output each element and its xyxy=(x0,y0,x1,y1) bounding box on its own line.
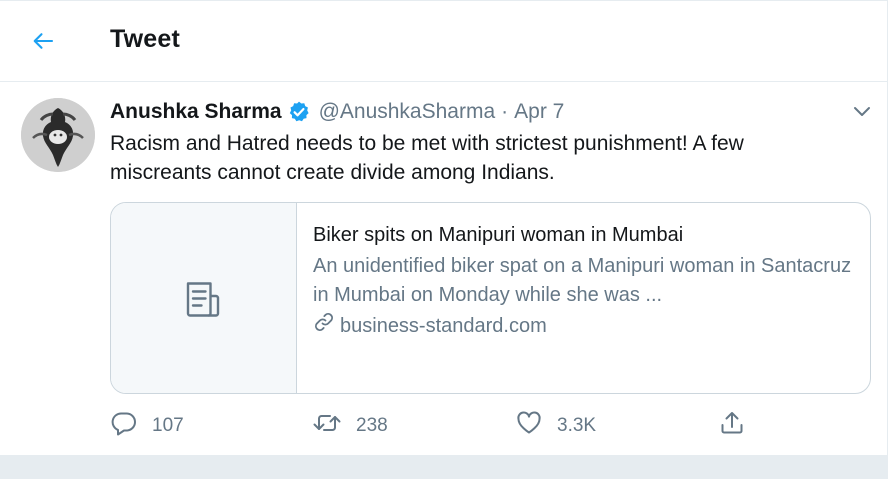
tweet-actions: 107 238 3.3K xyxy=(110,408,760,444)
link-card[interactable]: Biker spits on Manipuri woman in Mumbai … xyxy=(110,202,871,394)
back-button[interactable] xyxy=(22,20,64,62)
retweet-count: 238 xyxy=(356,415,388,436)
author-handle[interactable]: @AnushkaSharma xyxy=(319,100,496,124)
author-name[interactable]: Anushka Sharma xyxy=(110,100,282,124)
card-description: An unidentified biker spat on a Manipuri… xyxy=(313,255,852,306)
card-domain: business-standard.com xyxy=(340,315,547,337)
like-button[interactable]: 3.3K xyxy=(515,408,596,444)
share-icon xyxy=(718,409,746,443)
tweet-text: Racism and Hatred needs to be met with s… xyxy=(110,132,744,184)
page-title: Tweet xyxy=(110,25,180,53)
page-header: Tweet xyxy=(0,1,887,82)
tweet-date[interactable]: Apr 7 xyxy=(514,100,564,124)
reply-button[interactable]: 107 xyxy=(110,408,184,444)
card-body: Biker spits on Manipuri woman in Mumbai … xyxy=(313,221,853,342)
heart-icon xyxy=(515,409,543,443)
card-thumbnail xyxy=(111,203,297,393)
like-count: 3.3K xyxy=(557,415,597,436)
link-icon xyxy=(313,311,340,342)
avatar[interactable] xyxy=(21,98,95,172)
retweet-icon xyxy=(312,409,342,443)
card-link-row: business-standard.com xyxy=(313,311,853,342)
reply-count: 107 xyxy=(152,415,184,436)
tweet-menu-button[interactable] xyxy=(848,99,876,125)
reply-icon xyxy=(110,409,138,443)
retweet-button[interactable]: 238 xyxy=(312,408,388,444)
card-title: Biker spits on Manipuri woman in Mumbai xyxy=(313,224,684,246)
separator-dot: · xyxy=(501,100,509,123)
tweet-header: Anushka Sharma @AnushkaSharma · Apr 7 xyxy=(110,99,564,125)
share-button[interactable] xyxy=(718,408,746,444)
verified-badge-icon xyxy=(287,100,311,124)
section-divider xyxy=(0,455,888,479)
